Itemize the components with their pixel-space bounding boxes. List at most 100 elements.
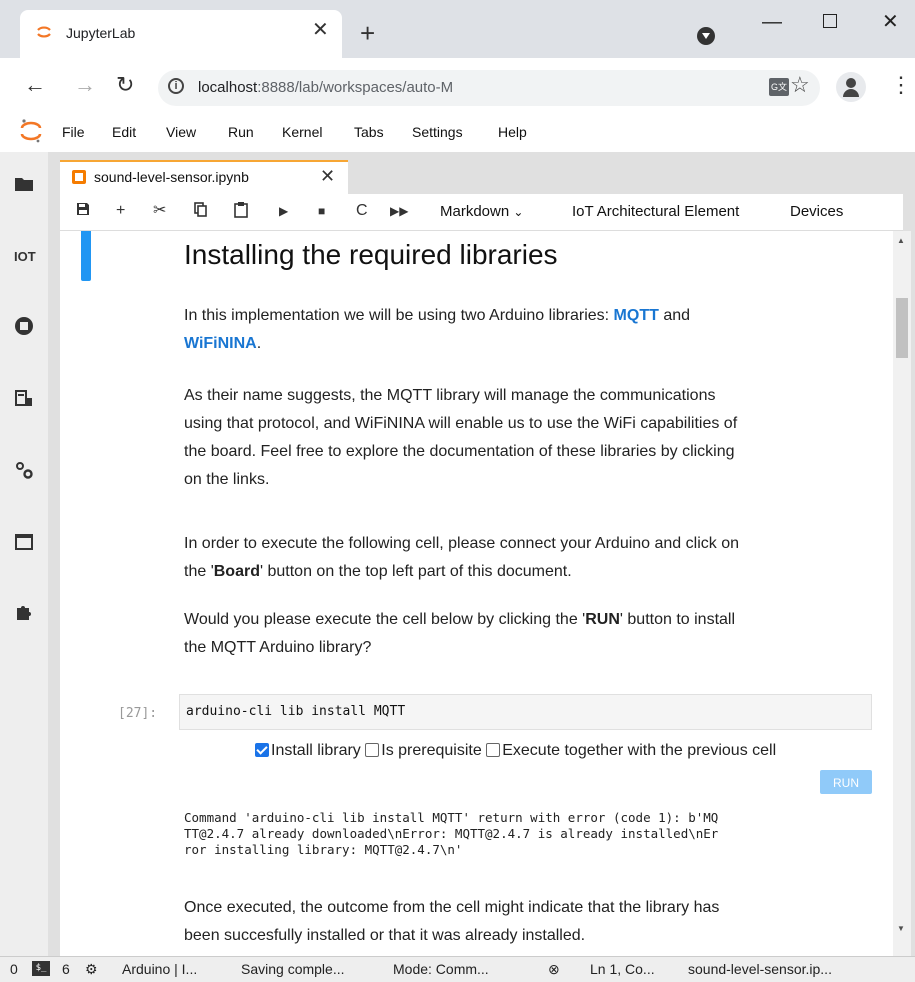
paragraph-run: Would you please execute the cell below … xyxy=(184,606,874,662)
reload-icon[interactable]: ↻ xyxy=(116,74,134,96)
status-zero[interactable]: 0 xyxy=(10,961,18,977)
text: ' button on the top left part of this do… xyxy=(259,563,572,580)
text: . xyxy=(256,335,262,352)
chevron-down-icon: ⌄ xyxy=(513,205,524,219)
folder-icon[interactable] xyxy=(14,174,34,194)
cell-type-value: Markdown xyxy=(440,203,510,220)
insert-cell-icon[interactable]: + xyxy=(116,202,125,220)
devices-button[interactable]: Devices xyxy=(790,203,843,220)
iot-icon[interactable]: IOT xyxy=(14,247,36,267)
iot-architectural-element-button[interactable]: IoT Architectural Element xyxy=(572,203,739,220)
code-text: arduino-cli lib install MQTT xyxy=(186,704,406,719)
cell-output: Command 'arduino-cli lib install MQTT' r… xyxy=(184,810,874,858)
notebook-tab[interactable]: sound-level-sensor.ipynb ✕ xyxy=(60,160,348,194)
cell-type-select[interactable]: Markdown ⌄ xyxy=(440,203,523,220)
url-host: localhost xyxy=(198,79,258,96)
forward-icon[interactable]: → xyxy=(74,74,96,96)
scroll-up-icon[interactable]: ▲ xyxy=(897,236,905,245)
notebook-icon xyxy=(72,170,86,184)
execute-together-label: Execute together with the previous cell xyxy=(502,742,777,759)
scroll-down-icon[interactable]: ▼ xyxy=(897,924,905,933)
cell-options: Install library Is prerequisite Execute … xyxy=(255,742,776,760)
maximize-icon[interactable] xyxy=(823,14,837,28)
text: In this implementation we will be using … xyxy=(184,307,614,324)
browser-tab[interactable]: JupyterLab ✕ xyxy=(20,10,342,58)
text: and xyxy=(658,307,691,324)
status-six[interactable]: 6 xyxy=(62,961,70,977)
translate-icon[interactable]: G文 xyxy=(769,78,789,96)
run-emphasis: RUN xyxy=(585,611,620,628)
copy-icon[interactable] xyxy=(194,202,208,223)
extensions-puzzle-icon[interactable] xyxy=(14,602,34,622)
status-filename: sound-level-sensor.ip... xyxy=(688,961,832,977)
mqtt-link[interactable]: MQTT xyxy=(614,307,659,324)
terminal-icon[interactable]: $_ xyxy=(32,961,50,976)
text-line: the MQTT Arduino library? xyxy=(184,639,372,656)
status-saving: Saving comple... xyxy=(241,961,345,977)
interrupt-kernel-icon[interactable]: ■ xyxy=(318,202,325,220)
text-line: been succesfully installed or that it wa… xyxy=(184,927,586,944)
output-line: TT@2.4.7 already downloaded\nError: MQTT… xyxy=(184,826,719,841)
browser-tab-title: JupyterLab xyxy=(66,25,136,41)
run-button[interactable]: RUN xyxy=(820,770,872,794)
paste-icon[interactable] xyxy=(234,202,248,223)
paragraph-connect: In order to execute the following cell, … xyxy=(184,530,874,586)
property-inspector-icon[interactable] xyxy=(14,388,34,408)
bookmark-star-icon[interactable]: ☆ xyxy=(790,74,810,96)
cut-icon[interactable]: ✂ xyxy=(153,202,166,220)
jupyter-logo-icon xyxy=(20,119,42,143)
back-icon[interactable]: ← xyxy=(24,74,46,96)
menu-tabs[interactable]: Tabs xyxy=(354,124,384,140)
minimize-icon[interactable]: — xyxy=(762,12,782,32)
execute-together-checkbox[interactable] xyxy=(486,743,501,757)
window-close-icon[interactable]: ✕ xyxy=(882,12,899,32)
settings-gears-icon[interactable] xyxy=(14,460,34,480)
menu-settings[interactable]: Settings xyxy=(412,124,463,140)
tabs-window-icon[interactable] xyxy=(14,532,34,552)
menu-file[interactable]: File xyxy=(62,124,85,140)
section-heading: Installing the required libraries xyxy=(184,239,558,270)
is-prerequisite-label: Is prerequisite xyxy=(381,742,482,759)
menu-view[interactable]: View xyxy=(166,124,196,140)
new-tab-button[interactable]: + xyxy=(360,20,375,46)
paragraph-description: As their name suggests, the MQTT library… xyxy=(184,382,874,494)
menu-edit[interactable]: Edit xyxy=(112,124,136,140)
install-library-label: Install library xyxy=(271,742,361,759)
menu-help[interactable]: Help xyxy=(498,124,527,140)
is-prerequisite-checkbox[interactable] xyxy=(365,743,380,757)
running-icon[interactable] xyxy=(14,316,34,336)
text-line: the board. Feel free to explore the docu… xyxy=(184,443,735,460)
browser-menu-icon[interactable]: ⋮ xyxy=(890,74,912,96)
text-line: In order to execute the following cell, … xyxy=(184,535,739,552)
paragraph-libraries: In this implementation we will be using … xyxy=(184,302,874,358)
profile-avatar[interactable] xyxy=(836,72,866,102)
text: ' button to install xyxy=(619,611,736,628)
trusted-shield-icon[interactable]: ⊗ xyxy=(548,961,560,978)
wifinina-link[interactable]: WiFiNINA xyxy=(184,335,257,352)
text: Would you please execute the cell below … xyxy=(184,611,586,628)
install-library-checkbox[interactable] xyxy=(255,743,269,757)
close-notebook-icon[interactable]: ✕ xyxy=(320,167,335,185)
text-line: Once executed, the outcome from the cell… xyxy=(184,899,720,916)
address-bar[interactable]: i localhost:8888/lab/workspaces/auto-M xyxy=(158,70,820,106)
code-cell-input[interactable]: arduino-cli lib install MQTT xyxy=(179,694,872,730)
run-cell-icon[interactable]: ▶ xyxy=(279,202,288,220)
menu-run[interactable]: Run xyxy=(228,124,254,140)
scrollbar-thumb[interactable] xyxy=(896,298,908,358)
menu-kernel[interactable]: Kernel xyxy=(282,124,322,140)
output-line: ror installing library: MQTT@2.4.7\n' xyxy=(184,842,463,857)
status-mode[interactable]: Mode: Comm... xyxy=(393,961,489,977)
restart-run-all-icon[interactable]: ▶▶ xyxy=(390,202,408,220)
site-info-icon[interactable]: i xyxy=(168,78,184,94)
kernel-chip-icon[interactable]: ⚙ xyxy=(85,961,98,978)
tab-search-icon[interactable] xyxy=(697,27,715,45)
status-cursor[interactable]: Ln 1, Co... xyxy=(590,961,655,977)
save-icon[interactable] xyxy=(76,202,90,221)
notebook-tab-title: sound-level-sensor.ipynb xyxy=(94,169,249,185)
output-line: Command 'arduino-cli lib install MQTT' r… xyxy=(184,810,719,825)
restart-kernel-icon[interactable]: C xyxy=(356,202,368,220)
paragraph-outcome: Once executed, the outcome from the cell… xyxy=(184,894,874,950)
activity-sidebar xyxy=(0,152,49,956)
status-kernel[interactable]: Arduino | I... xyxy=(122,961,197,977)
close-tab-icon[interactable]: ✕ xyxy=(312,20,329,40)
